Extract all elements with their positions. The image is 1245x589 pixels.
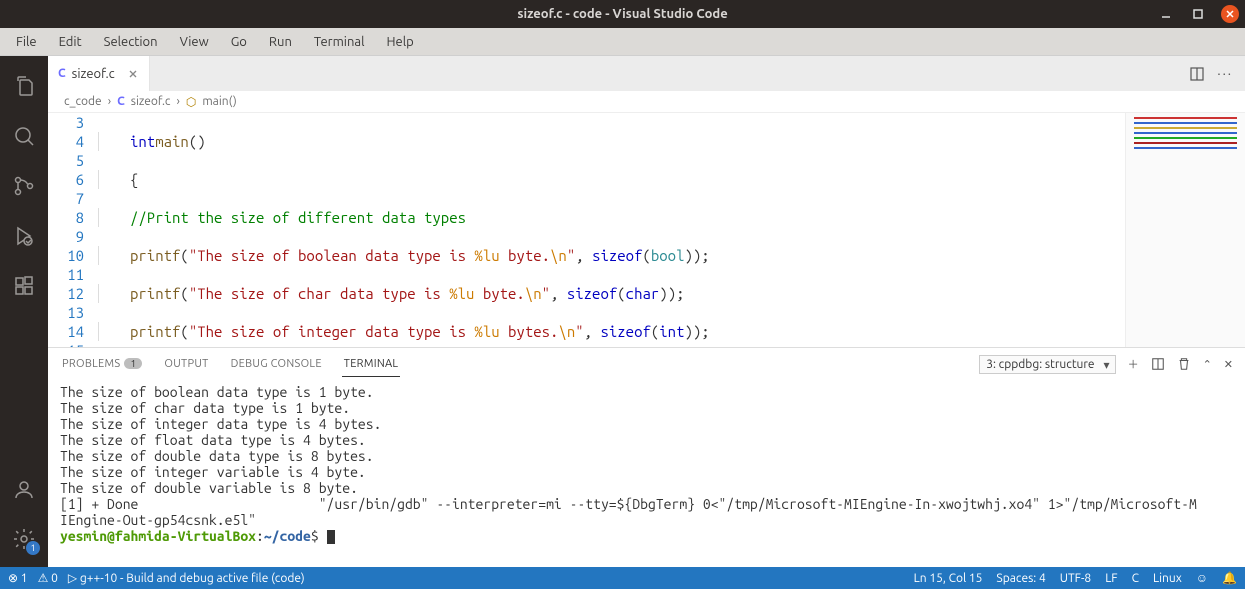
window-title: sizeof.c - code - Visual Studio Code bbox=[517, 7, 727, 21]
kill-terminal-icon[interactable] bbox=[1177, 357, 1191, 371]
editor-tabs: C sizeof.c ··· bbox=[48, 56, 1245, 91]
terminal-prompt[interactable]: yesmin@fahmida-VirtualBox:~/code$ bbox=[60, 528, 1233, 544]
status-errors[interactable]: ⊗ 1 bbox=[8, 571, 28, 585]
minimize-button[interactable] bbox=[1157, 5, 1175, 23]
panel-tabs: PROBLEMS1 OUTPUT DEBUG CONSOLE TERMINAL … bbox=[48, 348, 1245, 380]
bottom-panel: PROBLEMS1 OUTPUT DEBUG CONSOLE TERMINAL … bbox=[48, 347, 1245, 567]
editor-area: C sizeof.c ··· c_code › C sizeof.c › ⬡ m… bbox=[48, 56, 1245, 567]
status-encoding[interactable]: UTF-8 bbox=[1060, 572, 1091, 585]
search-icon[interactable] bbox=[0, 114, 48, 158]
code-editor[interactable]: 345 678 91011 121314 15 int main() { //P… bbox=[48, 113, 1245, 347]
tab-output[interactable]: OUTPUT bbox=[162, 352, 210, 376]
tab-terminal[interactable]: TERMINAL bbox=[342, 352, 401, 377]
close-panel-icon[interactable]: ✕ bbox=[1224, 358, 1233, 371]
menu-go[interactable]: Go bbox=[221, 31, 257, 53]
chevron-right-icon: › bbox=[176, 95, 179, 108]
split-terminal-icon[interactable] bbox=[1151, 357, 1165, 371]
settings-badge: 1 bbox=[26, 541, 40, 555]
new-terminal-icon[interactable]: ＋ bbox=[1128, 356, 1139, 372]
menu-run[interactable]: Run bbox=[259, 31, 302, 53]
settings-icon[interactable]: 1 bbox=[0, 517, 48, 561]
run-debug-icon[interactable] bbox=[0, 214, 48, 258]
notifications-icon[interactable]: 🔔 bbox=[1222, 571, 1237, 585]
menubar: File Edit Selection View Go Run Terminal… bbox=[0, 28, 1245, 56]
titlebar: sizeof.c - code - Visual Studio Code bbox=[0, 0, 1245, 28]
status-spaces[interactable]: Spaces: 4 bbox=[996, 572, 1045, 585]
close-button[interactable] bbox=[1221, 5, 1239, 23]
menu-selection[interactable]: Selection bbox=[94, 31, 168, 53]
maximize-panel-icon[interactable]: ⌃ bbox=[1203, 358, 1212, 371]
status-eol[interactable]: LF bbox=[1105, 572, 1117, 585]
menu-view[interactable]: View bbox=[170, 31, 219, 53]
menu-terminal[interactable]: Terminal bbox=[304, 31, 375, 53]
code-content[interactable]: int main() { //Print the size of differe… bbox=[98, 113, 1125, 347]
explorer-icon[interactable] bbox=[0, 64, 48, 108]
split-editor-icon[interactable] bbox=[1189, 66, 1205, 82]
accounts-icon[interactable] bbox=[0, 467, 48, 511]
menu-edit[interactable]: Edit bbox=[49, 31, 92, 53]
terminal-cursor bbox=[327, 530, 335, 544]
tab-problems[interactable]: PROBLEMS1 bbox=[60, 352, 144, 376]
minimap[interactable] bbox=[1125, 113, 1245, 347]
symbol-icon: ⬡ bbox=[186, 95, 196, 109]
breadcrumb[interactable]: c_code › C sizeof.c › ⬡ main() bbox=[48, 91, 1245, 113]
window-controls bbox=[1157, 5, 1239, 23]
breadcrumb-file[interactable]: sizeof.c bbox=[131, 95, 171, 108]
menu-file[interactable]: File bbox=[6, 31, 47, 53]
maximize-button[interactable] bbox=[1189, 5, 1207, 23]
status-warnings[interactable]: ⚠ 0 bbox=[38, 571, 58, 585]
extensions-icon[interactable] bbox=[0, 264, 48, 308]
status-debug[interactable]: ▷ g++-10 - Build and debug active file (… bbox=[68, 571, 305, 585]
source-control-icon[interactable] bbox=[0, 164, 48, 208]
menu-help[interactable]: Help bbox=[376, 31, 423, 53]
tab-label: sizeof.c bbox=[72, 67, 115, 81]
status-os[interactable]: Linux bbox=[1153, 572, 1182, 585]
more-actions-icon[interactable]: ··· bbox=[1217, 67, 1233, 81]
breadcrumb-folder[interactable]: c_code bbox=[64, 95, 102, 108]
terminal-body[interactable]: The size of boolean data type is 1 byte.… bbox=[48, 380, 1245, 567]
line-gutter: 345 678 91011 121314 15 bbox=[48, 113, 98, 347]
status-language[interactable]: C bbox=[1132, 572, 1139, 585]
tab-debug-console[interactable]: DEBUG CONSOLE bbox=[229, 352, 324, 376]
c-file-icon: C bbox=[117, 95, 125, 108]
breadcrumb-symbol[interactable]: main() bbox=[202, 95, 236, 108]
status-lncol[interactable]: Ln 15, Col 15 bbox=[914, 572, 983, 585]
feedback-icon[interactable]: ☺ bbox=[1196, 571, 1208, 585]
tab-sizeof[interactable]: C sizeof.c bbox=[48, 56, 150, 91]
activity-bar: 1 bbox=[0, 56, 48, 567]
status-bar: ⊗ 1 ⚠ 0 ▷ g++-10 - Build and debug activ… bbox=[0, 567, 1245, 589]
c-file-icon: C bbox=[58, 67, 66, 80]
close-tab-icon[interactable] bbox=[127, 68, 139, 80]
chevron-right-icon: › bbox=[108, 95, 111, 108]
terminal-selector[interactable]: 3: cppdbg: structure bbox=[979, 355, 1115, 374]
